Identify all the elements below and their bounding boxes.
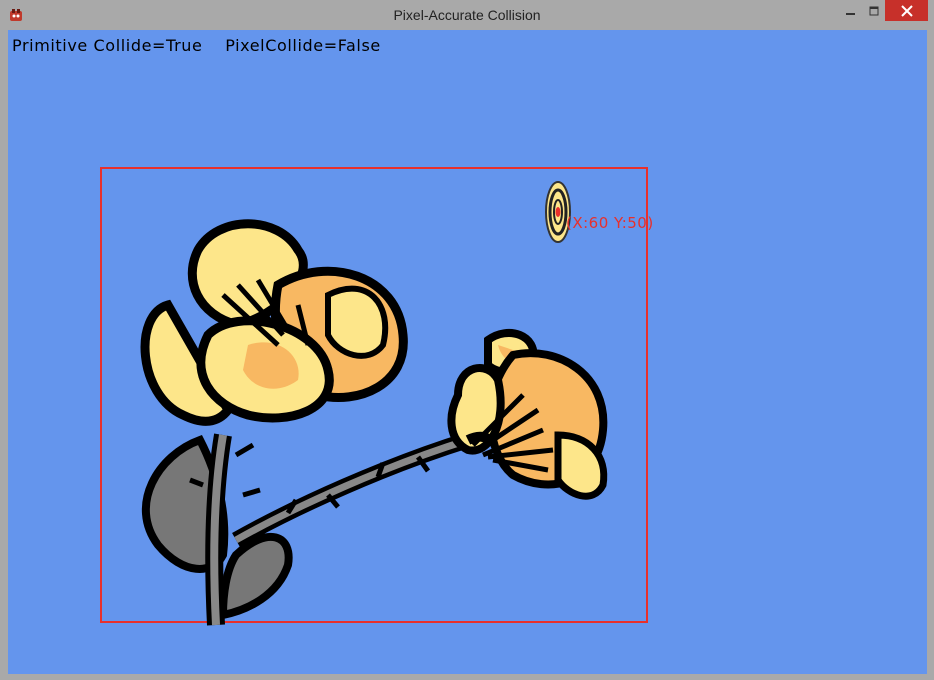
title-bar[interactable]: Pixel-Accurate Collision bbox=[0, 0, 934, 30]
game-canvas[interactable]: Primitive Collide=True PixelCollide=Fals… bbox=[8, 30, 927, 674]
collision-status: Primitive Collide=True PixelCollide=Fals… bbox=[12, 36, 381, 55]
flower-sprite bbox=[140, 219, 608, 626]
application-window: Pixel-Accurate Collision Primitive Colli… bbox=[0, 0, 934, 680]
window-bottom-border bbox=[0, 674, 934, 680]
close-button[interactable] bbox=[885, 0, 928, 21]
minimize-button[interactable] bbox=[838, 0, 864, 21]
target-sprite[interactable] bbox=[545, 180, 573, 244]
window-title: Pixel-Accurate Collision bbox=[393, 7, 541, 23]
minimize-icon bbox=[846, 12, 855, 15]
primitive-collide-status: Primitive Collide=True bbox=[12, 36, 203, 55]
maximize-button[interactable] bbox=[864, 0, 884, 21]
maximize-icon bbox=[869, 6, 879, 15]
target-coordinates-label: (X:60 Y:50) bbox=[566, 214, 654, 232]
pixel-collide-status: PixelCollide=False bbox=[225, 36, 381, 55]
close-icon bbox=[900, 4, 913, 17]
